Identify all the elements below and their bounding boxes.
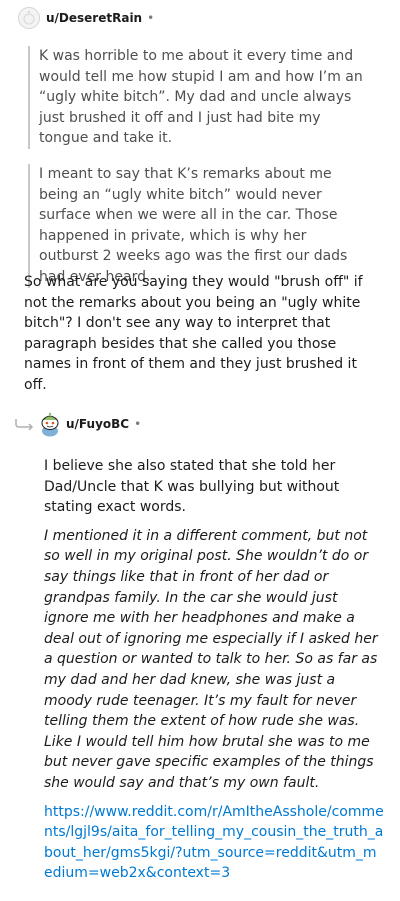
comment-header: u/FuyoBC •	[66, 414, 141, 434]
comment-body: So what are you saying they would "brush…	[24, 274, 363, 393]
comment-link[interactable]: https://www.reddit.com/r/AmItheAsshole/c…	[44, 802, 384, 884]
snoo-avatar-icon	[22, 10, 35, 25]
comment-paragraph: I believe she also stated that she told …	[44, 458, 340, 516]
separator-dot: •	[134, 417, 142, 431]
separator-dot: •	[147, 11, 155, 25]
comment-paragraph-italic: I mentioned it in a different comment, b…	[44, 527, 378, 791]
comment-header: u/DeseretRain •	[18, 6, 154, 30]
blockquote: K was horrible to me about it every time…	[28, 46, 369, 149]
avatar[interactable]	[18, 7, 40, 29]
blockquote: I meant to say that K’s remarks about me…	[28, 164, 369, 288]
comment-body: I believe she also stated that she told …	[44, 456, 384, 892]
username[interactable]: u/FuyoBC	[66, 417, 129, 431]
reply-thread-icon	[15, 419, 34, 431]
snoo-avatar-icon[interactable]	[38, 411, 62, 437]
username[interactable]: u/DeseretRain	[46, 11, 142, 25]
